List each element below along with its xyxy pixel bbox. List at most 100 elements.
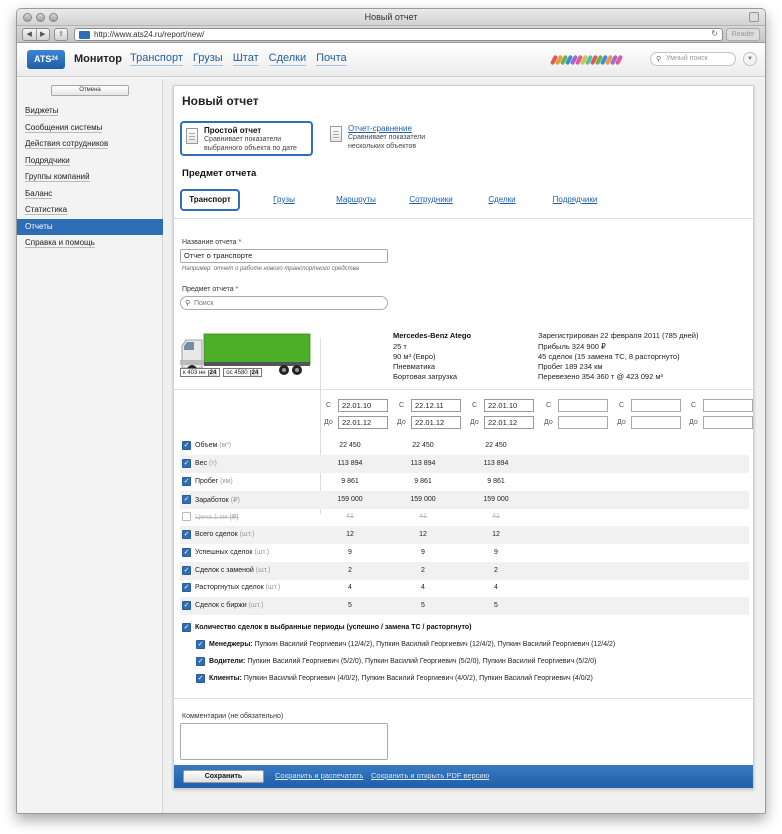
cancel-button[interactable]: Отмена [51, 85, 129, 96]
period-5-from-input[interactable] [631, 399, 681, 412]
checkbox-weight[interactable]: ✓ [182, 459, 191, 468]
checkbox-successful-deals[interactable]: ✓ [182, 548, 191, 557]
forward-arrow-icon[interactable]: ▶ [35, 29, 50, 40]
nav-staff[interactable]: Штат [232, 52, 259, 66]
plate-number: к 403 нн [183, 370, 206, 376]
browser-toolbar: ◀ ▶ ⇪ http://www.ats24.ru/report/new/ ↻ … [17, 26, 765, 43]
nav-mail[interactable]: Почта [316, 52, 347, 66]
metric-value: 41 [419, 513, 427, 520]
deal-counts-label: Клиенты: [209, 675, 242, 682]
save-button[interactable]: Сохранить [183, 770, 264, 783]
url-text[interactable]: http://www.ats24.ru/report/new/ [94, 30, 204, 39]
metric-label: Сделок с заменой (шт.) [195, 567, 270, 574]
period-3-from-input[interactable]: 22.01.10 [484, 399, 534, 412]
deal-counts-values: Пупкин Василий Георгиевич (5/2/0), Пупки… [247, 658, 597, 665]
sidebar-item-balance[interactable]: Баланс [17, 186, 163, 203]
period-5-to-input[interactable] [631, 416, 681, 429]
report-type-simple[interactable]: Простой отчет Сравнивает показатели выбр… [180, 121, 313, 156]
period-from-label: С [472, 402, 478, 409]
back-arrow-icon[interactable]: ◀ [23, 29, 36, 40]
checkbox-managers[interactable]: ✓ [196, 640, 205, 649]
sidebar-item-company-groups[interactable]: Группы компаний [17, 169, 163, 186]
tab-deals[interactable]: Сделки [485, 189, 519, 211]
metric-row-terminated-deals: ✓ Расторгнутых сделок (шт.) 4 4 4 [180, 579, 749, 597]
checkbox-terminated-deals[interactable]: ✓ [182, 583, 191, 592]
deal-counts-label: Менеджеры: [209, 641, 253, 648]
nav-transport[interactable]: Транспорт [130, 52, 183, 66]
save-and-print-link[interactable]: Сохранить и распечатать [275, 771, 363, 780]
period-3-to-input[interactable]: 22.01.12 [484, 416, 534, 429]
period-1-from-input[interactable]: 22.01.10 [338, 399, 388, 412]
sidebar-item-label: Справка и помощь [25, 238, 95, 248]
report-panel: Новый отчет Простой отчет Сравнивает пок… [173, 85, 754, 789]
metric-value: 12 [492, 531, 500, 538]
subject-search-input[interactable] [194, 298, 374, 308]
metric-unit: (т) [209, 460, 217, 467]
metric-value: 159 000 [483, 496, 509, 503]
period-to-label: До [324, 419, 333, 426]
checkbox-deal-counts[interactable]: ✓ [182, 623, 191, 632]
period-2-from-input[interactable]: 22.12.11 [411, 399, 461, 412]
reader-button[interactable]: Reader [726, 28, 760, 41]
sidebar-item-statistics[interactable]: Статистика [17, 202, 163, 219]
checkbox-replaced-deals[interactable]: ✓ [182, 566, 191, 575]
share-icon[interactable]: ⇪ [54, 28, 68, 41]
deal-counts-drivers: ✓ Водители: Пупкин Василий Георгиевич (5… [194, 656, 744, 670]
nav-cargo[interactable]: Грузы [192, 52, 223, 66]
period-4-from-input[interactable] [558, 399, 608, 412]
tab-transport[interactable]: Транспорт [180, 189, 240, 211]
nav-deals[interactable]: Сделки [268, 52, 307, 66]
tab-employees[interactable]: Сотрудники [405, 189, 457, 211]
checkbox-total-deals[interactable]: ✓ [182, 530, 191, 539]
checkbox-clients[interactable]: ✓ [196, 674, 205, 683]
save-and-open-pdf-link[interactable]: Сохранить и открыть PDF версию [371, 771, 489, 780]
checkbox-drivers[interactable]: ✓ [196, 657, 205, 666]
checkbox-mileage[interactable]: ✓ [182, 477, 191, 486]
metric-value: 4 [494, 584, 498, 591]
checkbox-price-per-km[interactable]: ✓ [182, 512, 191, 521]
sidebar-item-reports[interactable]: Отчеты [17, 218, 163, 235]
period-6-to-input[interactable] [703, 416, 753, 429]
vehicle-stat: Перевезено 354 360 т @ 423 092 м³ [538, 372, 663, 381]
period-6-from-input[interactable] [703, 399, 753, 412]
sidebar-item-employee-actions[interactable]: Действия сотрудников [17, 136, 163, 153]
fullscreen-button[interactable] [749, 12, 759, 22]
license-plates: к 403 нн 24 ос 4580 24 [180, 368, 263, 377]
report-type-title[interactable]: Отчет-сравнение [348, 124, 412, 133]
metric-name: Расторгнутых сделок [195, 584, 264, 591]
sidebar-item-system-messages[interactable]: Сообщения системы [17, 120, 163, 137]
metric-label: Пробег (км) [195, 478, 233, 485]
tab-cargo[interactable]: Грузы [267, 189, 301, 211]
metric-value: 2 [421, 567, 425, 574]
tab-routes[interactable]: Маршруты [332, 189, 380, 211]
subject-search-field[interactable]: ⚲ [180, 296, 388, 310]
report-name-label: Название отчета * [182, 239, 241, 246]
sidebar-item-widgets[interactable]: Виджеты [17, 103, 163, 120]
period-to-label: До [470, 419, 479, 426]
smart-search-input[interactable]: ⚲ Умный поиск [650, 52, 736, 66]
reload-icon[interactable]: ↻ [711, 29, 718, 38]
sidebar-item-contractors[interactable]: Подрядчики [17, 153, 163, 170]
metric-value: 41 [346, 513, 354, 520]
sidebar-item-help[interactable]: Справка и помощь [17, 235, 163, 252]
report-type-comparison[interactable]: Отчет-сравнение Сравнивает показатели не… [326, 121, 456, 156]
tab-contractors[interactable]: Подрядчики [548, 189, 602, 211]
period-1-to-input[interactable]: 22.01.12 [338, 416, 388, 429]
metric-label: Успешных сделок (шт.) [195, 549, 269, 556]
deal-counts-managers: ✓ Менеджеры: Пупкин Василий Георгиевич (… [194, 639, 744, 653]
address-bar[interactable]: http://www.ats24.ru/report/new/ ↻ [74, 28, 723, 41]
checkbox-earnings[interactable]: ✓ [182, 495, 191, 504]
chevron-down-icon[interactable]: ▼ [743, 52, 757, 66]
report-name-input[interactable]: Отчет о транспорте [180, 249, 388, 263]
checkbox-volume[interactable]: ✓ [182, 441, 191, 450]
checkbox-exchange-deals[interactable]: ✓ [182, 601, 191, 610]
period-4-to-input[interactable] [558, 416, 608, 429]
vehicle-spec: Бортовая загрузка [393, 372, 458, 381]
ats24-logo[interactable]: ATS24 [27, 50, 65, 69]
comment-textarea[interactable] [180, 723, 388, 760]
sidebar-item-label: Сообщения системы [25, 122, 103, 133]
metric-row-weight: ✓ Вес (т) 113 894 113 894 113 894 [180, 455, 749, 473]
period-2-to-input[interactable]: 22.01.12 [411, 416, 461, 429]
period-from-label: С [399, 402, 405, 409]
metric-value: 2 [348, 567, 352, 574]
